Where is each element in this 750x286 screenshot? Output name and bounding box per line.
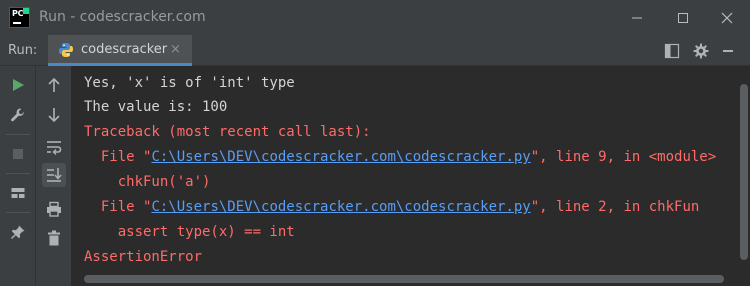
logo-text: PC xyxy=(12,9,24,18)
vertical-scrollbar[interactable] xyxy=(737,66,750,286)
run-tab-label: codescracker xyxy=(81,42,168,57)
print-icon[interactable] xyxy=(42,197,66,221)
python-file-icon xyxy=(59,43,73,57)
arrow-up-icon[interactable] xyxy=(42,73,66,97)
window-title: Run - codescracker.com xyxy=(39,9,206,25)
traceback-code-line: chkFun('a') xyxy=(84,174,211,190)
title-bar: PC Run - codescracker.com xyxy=(0,0,750,35)
soft-wrap-icon[interactable] xyxy=(42,135,66,159)
horizontal-scrollbar[interactable] xyxy=(72,272,737,286)
traceback-code-line: assert type(x) == int xyxy=(84,224,295,240)
restore-layout-icon[interactable] xyxy=(6,181,30,205)
hide-panel-icon[interactable] xyxy=(719,42,737,60)
scroll-to-end-icon[interactable] xyxy=(42,163,66,187)
gear-icon[interactable] xyxy=(692,42,710,60)
pycharm-logo-icon: PC xyxy=(9,7,30,28)
stop-icon[interactable] xyxy=(6,142,30,166)
file-link[interactable]: C:\Users\DEV\codescracker.com\codescrack… xyxy=(151,149,530,165)
vertical-scroll-thumb[interactable] xyxy=(740,84,748,260)
run-toolbar-secondary xyxy=(36,66,72,286)
file-link[interactable]: C:\Users\DEV\codescracker.com\codescrack… xyxy=(151,199,530,215)
console-output[interactable]: Yes, 'x' is of 'int' type The value is: … xyxy=(72,66,737,272)
layout-icon[interactable] xyxy=(663,42,681,60)
traceback-frame: File "C:\Users\DEV\codescracker.com\code… xyxy=(84,199,700,215)
run-tool-window-header: Run: codescracker × xyxy=(0,35,750,66)
close-window-icon[interactable] xyxy=(704,0,750,35)
minimize-icon[interactable] xyxy=(614,0,660,35)
close-tab-icon[interactable]: × xyxy=(170,42,181,57)
console-line-output: Yes, 'x' is of 'int' type xyxy=(84,75,295,91)
maximize-icon[interactable] xyxy=(660,0,706,35)
trash-icon[interactable] xyxy=(42,226,66,250)
run-icon[interactable] xyxy=(6,73,30,97)
traceback-frame: File "C:\Users\DEV\codescracker.com\code… xyxy=(84,149,717,165)
pin-icon[interactable] xyxy=(6,220,30,244)
run-tab-codescracker[interactable]: codescracker × xyxy=(48,35,192,66)
traceback-header: Traceback (most recent call last): xyxy=(84,124,371,140)
console-line-output: The value is: 100 xyxy=(84,99,228,115)
run-label: Run: xyxy=(8,43,38,58)
horizontal-scroll-thumb[interactable] xyxy=(84,275,724,283)
arrow-down-icon[interactable] xyxy=(42,103,66,127)
error-message: AssertionError xyxy=(84,249,203,265)
wrench-icon[interactable] xyxy=(6,103,30,127)
run-toolbar-primary xyxy=(0,66,36,286)
